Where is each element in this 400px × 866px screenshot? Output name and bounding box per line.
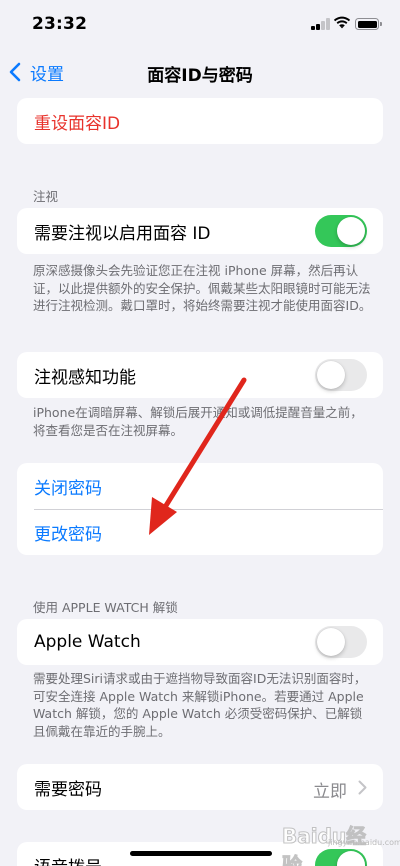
change-passcode-button[interactable]: 更改密码 <box>17 509 383 555</box>
screen: 23:32 设置 面容ID与密码 重设面容ID 注视 需要注视以启用面容 ID … <box>0 0 400 866</box>
attention-footnote: 原深感摄像头会先验证您正在注视 iPhone 屏幕，然后再认证，以此提供额外的安… <box>33 263 372 314</box>
require-passcode-value: 立即 <box>313 782 347 802</box>
require-attention-toggle[interactable] <box>315 215 367 247</box>
wifi-icon <box>333 16 351 29</box>
require-passcode-card: 需要密码 立即 <box>17 764 383 810</box>
section-header-apple-watch: 使用 APPLE WATCH 解锁 <box>33 600 178 615</box>
navigation-bar: 设置 面容ID与密码 <box>0 50 400 94</box>
turn-off-passcode-button[interactable]: 关闭密码 <box>17 463 383 509</box>
reset-face-id-card: 重设面容ID <box>17 98 383 144</box>
require-attention-row: 需要注视以启用面容 ID <box>17 208 383 254</box>
attention-aware-label: 注视感知功能 <box>34 367 136 388</box>
baidu-watermark: Baidu经验 jingyan.baidu.com <box>281 818 400 866</box>
passcode-card: 关闭密码 更改密码 <box>17 463 383 555</box>
chevron-right-icon <box>358 780 367 795</box>
require-passcode-row[interactable]: 需要密码 立即 <box>17 764 383 810</box>
attention-aware-card: 注视感知功能 <box>17 352 383 398</box>
watermark-url: jingyan.baidu.com <box>328 838 400 847</box>
reset-face-id-button[interactable]: 重设面容ID <box>17 98 383 144</box>
voice-dial-label: 语音拨号 <box>34 853 102 866</box>
home-indicator <box>130 851 272 856</box>
status-time: 23:32 <box>32 14 88 34</box>
attention-aware-toggle[interactable] <box>315 359 367 391</box>
apple-watch-row: Apple Watch <box>17 619 383 665</box>
require-attention-label: 需要注视以启用面容 ID <box>34 223 211 244</box>
page-title: 面容ID与密码 <box>147 66 253 86</box>
attention-aware-footnote: iPhone在调暗屏幕、解锁后展开通知或调低提醒音量之前，将查看您是否在注视屏幕… <box>33 405 363 438</box>
battery-icon <box>355 18 382 30</box>
require-attention-card: 需要注视以启用面容 ID <box>17 208 383 254</box>
section-header-attention: 注视 <box>33 189 59 204</box>
require-passcode-label: 需要密码 <box>34 779 102 800</box>
cellular-signal-icon <box>311 18 330 30</box>
apple-watch-footnote: 需要处理Siri请求或由于遮挡物导致面容ID无法识别面容时，可安全连接 Appl… <box>33 671 367 739</box>
apple-watch-label: Apple Watch <box>34 632 141 652</box>
status-bar: 23:32 <box>0 0 400 48</box>
apple-watch-card: Apple Watch <box>17 619 383 665</box>
apple-watch-toggle[interactable] <box>315 626 367 658</box>
attention-aware-row: 注视感知功能 <box>17 352 383 398</box>
